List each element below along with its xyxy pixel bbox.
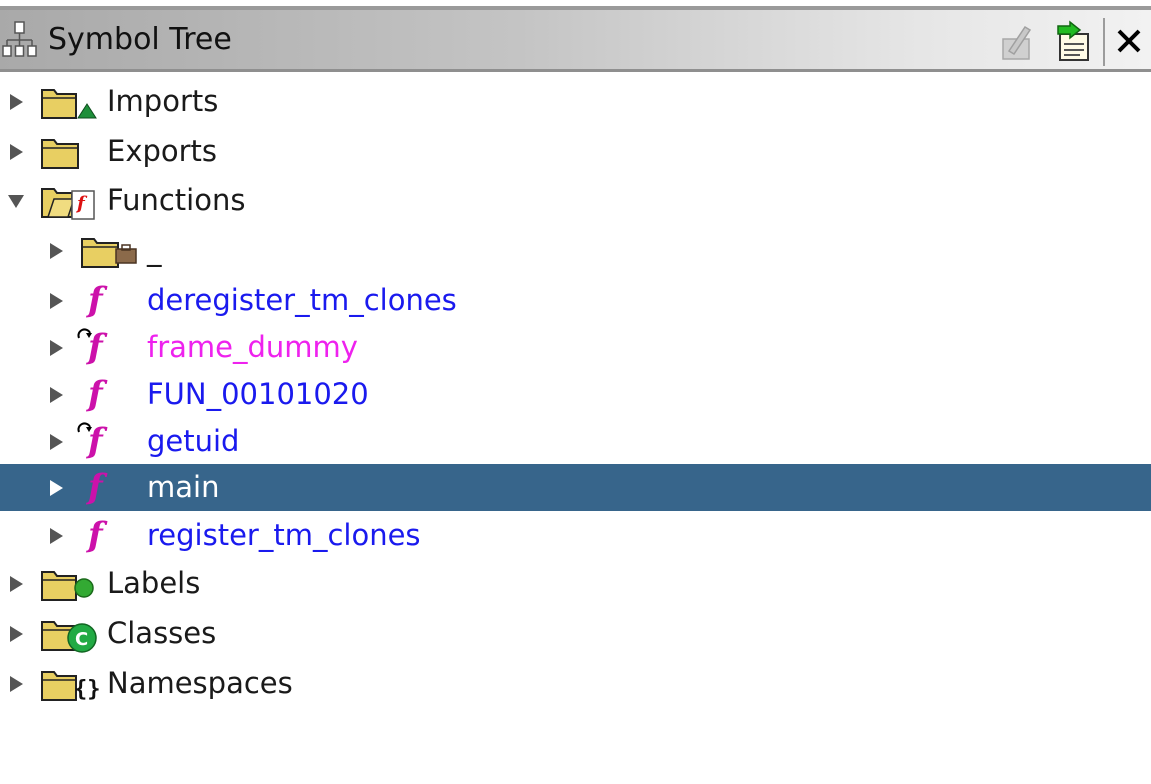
tree-node-underscore-folder[interactable]: _ (0, 227, 1151, 275)
tree-node-label: register_tm_clones (147, 518, 421, 552)
expand-toggle[interactable] (50, 243, 63, 259)
tree-node-label: Imports (107, 84, 219, 118)
namespaces-folder-icon: {} (41, 671, 101, 702)
tree-node-function[interactable]: f getuid (0, 418, 1151, 466)
tree-node-namespaces[interactable]: {} Namespaces (0, 660, 1151, 708)
tree-node-label: getuid (147, 424, 240, 458)
expand-toggle[interactable] (50, 480, 63, 496)
exports-folder-icon (41, 139, 79, 169)
thunk-function-icon: f (88, 327, 103, 367)
package-folder-icon (81, 238, 137, 268)
tree-node-function[interactable]: f FUN_00101020 (0, 371, 1151, 419)
expand-toggle[interactable] (10, 576, 23, 592)
navigate-icon (1057, 20, 1089, 61)
thunk-function-icon: f (88, 421, 103, 461)
symbol-tree-titlebar: Symbol Tree (0, 10, 1151, 72)
function-icon: f (88, 280, 103, 320)
expand-toggle[interactable] (50, 293, 63, 309)
tree-node-function[interactable]: f register_tm_clones (0, 512, 1151, 560)
expand-toggle[interactable] (10, 94, 23, 110)
function-icon: f (88, 467, 103, 507)
toolbar-separator (1103, 18, 1105, 66)
panel-title: Symbol Tree (48, 22, 232, 57)
function-icon: f (88, 374, 103, 414)
functions-folder-icon: f (41, 188, 95, 220)
collapse-toggle[interactable] (8, 195, 24, 208)
tree-node-exports[interactable]: Exports (0, 128, 1151, 176)
tree-node-function[interactable]: f deregister_tm_clones (0, 277, 1151, 325)
tree-node-label: frame_dummy (147, 330, 358, 364)
symbol-tree-icon (2, 21, 37, 57)
function-icon: f (88, 515, 103, 555)
tree-node-label: Labels (107, 566, 201, 600)
navigate-button[interactable] (1052, 18, 1096, 64)
classes-folder-icon: C (41, 621, 97, 653)
tree-node-label: Functions (107, 183, 246, 217)
tree-node-function[interactable]: f frame_dummy (0, 324, 1151, 372)
tree-node-label: Namespaces (107, 666, 293, 700)
tree-node-label: Classes (107, 616, 217, 650)
tree-node-label: Exports (107, 134, 218, 168)
close-button[interactable] (1109, 18, 1149, 64)
expand-toggle[interactable] (50, 528, 63, 544)
tree-node-function-selected[interactable]: f main (0, 464, 1151, 511)
tree-node-label: FUN_00101020 (147, 377, 369, 411)
svg-text:C: C (75, 629, 88, 650)
tree-node-imports[interactable]: Imports (0, 78, 1151, 126)
edit-button[interactable] (994, 18, 1038, 64)
expand-toggle[interactable] (10, 676, 23, 692)
expand-toggle[interactable] (50, 387, 63, 403)
imports-folder-icon (41, 89, 97, 119)
expand-toggle[interactable] (10, 626, 23, 642)
edit-icon (1002, 25, 1032, 60)
tree-node-functions[interactable]: f Functions (0, 177, 1151, 225)
tree-node-label: _ (147, 233, 162, 267)
expand-toggle[interactable] (10, 144, 23, 160)
close-icon (1117, 29, 1141, 53)
tree-node-labels[interactable]: Labels (0, 560, 1151, 608)
tree-node-label: main (147, 470, 220, 504)
tree-node-label: deregister_tm_clones (147, 283, 457, 317)
tree-node-classes[interactable]: C Classes (0, 610, 1151, 658)
svg-text:{}: {} (74, 677, 101, 702)
expand-toggle[interactable] (50, 434, 63, 450)
labels-folder-icon (41, 571, 94, 601)
expand-toggle[interactable] (50, 340, 63, 356)
